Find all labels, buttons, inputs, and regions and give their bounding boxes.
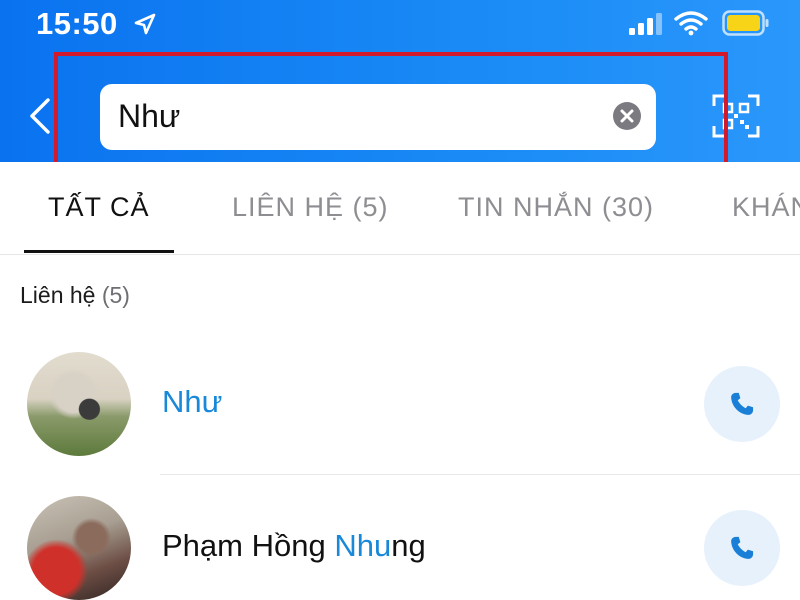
location-arrow-icon (134, 13, 156, 35)
section-title-label: Liên hệ (20, 282, 96, 308)
battery-icon (722, 10, 769, 36)
divider (0, 254, 800, 255)
name-match-highlight: Nhu (334, 528, 392, 563)
tab-all[interactable]: TẤT CẢ (48, 192, 150, 223)
contact-row[interactable]: Phạm Hồng Nhung (0, 478, 800, 600)
contact-name: Như (162, 384, 222, 420)
tab-contacts[interactable]: LIÊN HỆ (5) (232, 192, 389, 223)
phone-icon (731, 536, 754, 559)
status-bar: 15:50 (0, 0, 800, 50)
phone-icon (731, 392, 754, 415)
wifi-icon (674, 11, 708, 36)
name-before: Phạm Hồng (162, 528, 335, 563)
contact-row[interactable]: Như (0, 334, 800, 474)
avatar (27, 352, 131, 456)
back-chevron-icon[interactable] (26, 96, 54, 136)
avatar (27, 496, 131, 600)
search-result-tabs: TẤT CẢ LIÊN HỆ (5) TIN NHẮN (30) KHÁN (0, 162, 800, 254)
cellular-signal-icon (629, 13, 662, 35)
tab-more[interactable]: KHÁN (732, 192, 800, 223)
call-button[interactable] (704, 366, 780, 442)
section-count: (5) (101, 282, 130, 308)
call-button[interactable] (704, 510, 780, 586)
divider (160, 474, 800, 475)
active-tab-indicator (24, 250, 174, 253)
status-time: 15:50 (36, 6, 118, 41)
tab-messages[interactable]: TIN NHẮN (30) (458, 192, 654, 223)
section-title-contacts: Liên hệ (5) (20, 282, 130, 309)
contact-name: Phạm Hồng Nhung (162, 528, 426, 564)
highlight-annotation-box (54, 52, 728, 168)
name-match-highlight: Như (162, 384, 223, 419)
name-after: ng (391, 528, 426, 563)
